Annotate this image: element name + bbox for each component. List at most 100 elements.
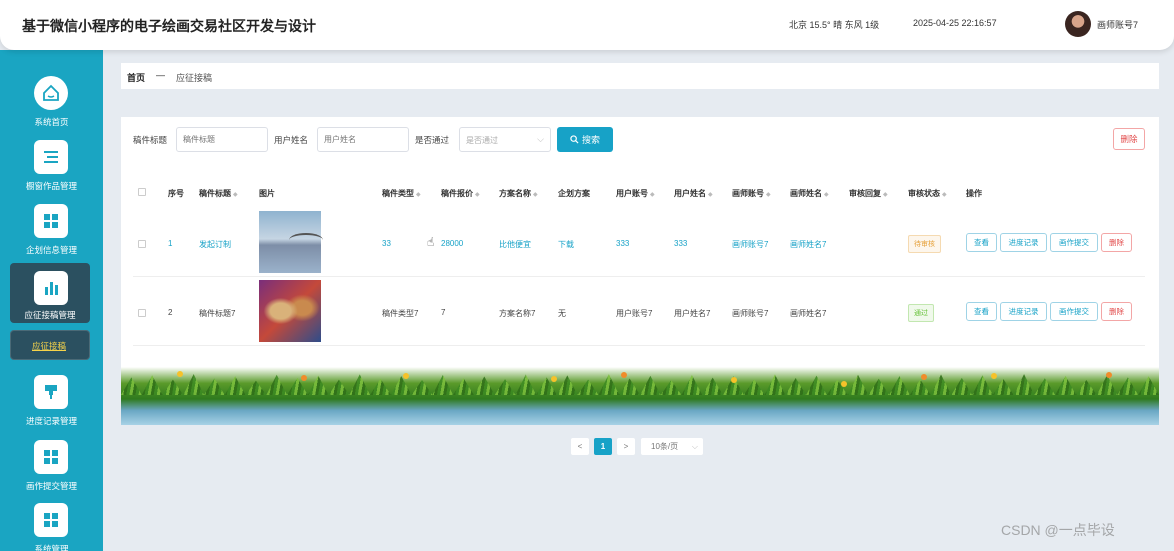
flower-decoration	[403, 373, 409, 379]
prev-page-button[interactable]: <	[571, 438, 589, 455]
col-user-name[interactable]: 用户姓名 ◆	[674, 188, 713, 199]
sidebar-item-label: 应征接稿管理	[24, 310, 76, 320]
col-index: 序号	[168, 189, 184, 198]
sort-icon: ◆	[766, 192, 771, 198]
sort-icon: ◆	[883, 192, 888, 198]
col-plan: 企划方案	[558, 189, 590, 198]
col-plan-name-label: 方案名称	[499, 189, 531, 198]
watermark: CSDN @一点毕设	[1001, 522, 1115, 538]
submit-artwork-button[interactable]: 画作提交	[1050, 233, 1098, 252]
col-artist-account[interactable]: 画师账号 ◆	[732, 188, 771, 199]
view-button[interactable]: 查看	[966, 233, 997, 252]
pass-filter-select[interactable]: 是否通过 ⌵	[459, 127, 551, 152]
view-button[interactable]: 查看	[966, 302, 997, 321]
col-status[interactable]: 审核状态 ◆	[908, 188, 947, 199]
cell-plan-name: 比他便宜	[499, 240, 531, 249]
sidebar: 系统首页 橱窗作品管理 企划信息管理 应征接稿管理 应征接稿 进度记录管理 画作…	[0, 50, 103, 551]
page-1-button[interactable]: 1	[594, 438, 612, 455]
col-reply[interactable]: 审核回复 ◆	[849, 188, 888, 199]
sidebar-item-home[interactable]: 系统首页	[0, 76, 103, 138]
sidebar-item-artwork[interactable]: 画作提交管理	[0, 440, 103, 502]
page-size-label: 10条/页	[651, 442, 679, 451]
sidebar-item-progress[interactable]: 进度记录管理	[0, 375, 103, 437]
title-filter-input[interactable]	[176, 127, 268, 152]
col-title[interactable]: 稿件标题 ◆	[199, 188, 238, 199]
col-artist-name[interactable]: 画师姓名 ◆	[790, 188, 829, 199]
sort-icon: ◆	[533, 192, 538, 198]
flower-decoration	[621, 372, 627, 378]
flower-decoration	[731, 377, 737, 383]
col-user-account[interactable]: 用户账号 ◆	[616, 188, 655, 199]
artwork-thumbnail[interactable]	[259, 280, 321, 342]
flower-decoration	[551, 376, 557, 382]
sidebar-item-label: 企划信息管理	[25, 245, 77, 255]
cell-title[interactable]: 发起订制	[199, 239, 231, 250]
avatar[interactable]	[1065, 11, 1091, 37]
col-artist-account-label: 画师账号	[732, 189, 764, 198]
table-row[interactable]: 2 稿件标题7 稿件类型7 7 方案名称7 无 用户账号7 用户姓名7 画师账号…	[133, 280, 1145, 346]
main-panel: 稿件标题 用户姓名 是否通过 是否通过 ⌵ 搜索 删除 序号 稿件标题◆ 图片 …	[121, 117, 1159, 425]
row-checkbox[interactable]	[138, 240, 146, 248]
search-icon	[570, 135, 579, 144]
next-page-button[interactable]: >	[617, 438, 635, 455]
cell-price: 28000	[441, 239, 464, 248]
breadcrumb-home[interactable]: 首页	[127, 71, 145, 84]
chevron-down-icon: ⌵	[537, 134, 544, 144]
col-plan-name[interactable]: 方案名称 ◆	[499, 188, 538, 199]
cell-index: 2	[168, 308, 173, 317]
sort-icon: ◆	[233, 192, 238, 198]
username[interactable]: 画师账号7	[1097, 18, 1138, 31]
row-checkbox[interactable]	[138, 309, 146, 317]
col-price-label: 稿件报价	[441, 189, 473, 198]
sidebar-item-system[interactable]: 系统管理	[0, 503, 103, 551]
search-button[interactable]: 搜索	[557, 127, 613, 152]
flower-decoration	[301, 375, 307, 381]
grid-icon	[34, 204, 68, 238]
submit-artwork-button[interactable]: 画作提交	[1050, 302, 1098, 321]
cell-plan-name: 方案名称7	[499, 309, 536, 318]
weather-info: 北京 15.5° 晴 东风 1级	[789, 20, 880, 30]
delete-button[interactable]: 删除	[1101, 302, 1132, 321]
grass-decoration	[121, 367, 1159, 425]
sidebar-subitem-submissions[interactable]: 应征接稿	[10, 330, 90, 360]
col-actions: 操作	[966, 189, 982, 198]
pass-filter-placeholder: 是否通过	[466, 136, 498, 145]
cell-user-account: 333	[616, 239, 630, 248]
col-user-account-label: 用户账号	[616, 189, 648, 198]
cell-title: 稿件标题7	[199, 309, 236, 318]
cell-index: 1	[168, 239, 173, 248]
cell-price: 7	[441, 308, 446, 317]
flower-decoration	[177, 371, 183, 377]
list-icon	[34, 140, 68, 174]
col-price[interactable]: 稿件报价 ◆	[441, 188, 480, 199]
status-badge: 通过	[908, 304, 934, 322]
grid-icon	[34, 440, 68, 474]
batch-delete-button[interactable]: 删除	[1113, 128, 1145, 150]
sidebar-item-submissions[interactable]: 应征接稿管理	[10, 263, 90, 323]
bridge-shape	[289, 233, 323, 247]
sidebar-item-plan[interactable]: 企划信息管理	[0, 204, 103, 266]
user-filter-input[interactable]	[317, 127, 409, 152]
title-filter-label: 稿件标题	[133, 135, 168, 145]
select-all-checkbox[interactable]	[138, 188, 146, 196]
col-type[interactable]: 稿件类型 ◆	[382, 188, 421, 199]
cell-type: 稿件类型7	[382, 309, 419, 318]
delete-button[interactable]: 删除	[1101, 233, 1132, 252]
cell-type: 33	[382, 239, 391, 248]
sidebar-item-label: 系统管理	[34, 544, 69, 551]
page-size-select[interactable]: 10条/页 ⌵	[641, 438, 703, 455]
search-bar: 稿件标题 用户姓名 是否通过 是否通过 ⌵ 搜索 删除	[121, 127, 1159, 153]
table-row[interactable]: 1 发起订制 33 ☝ 28000 比他便宜 下载 333 333 画师账号7 …	[133, 211, 1145, 277]
artwork-thumbnail[interactable]	[259, 211, 323, 273]
progress-button[interactable]: 进度记录	[1000, 302, 1047, 321]
cell-artist-account: 画师账号7	[732, 240, 769, 249]
progress-button[interactable]: 进度记录	[1000, 233, 1047, 252]
cell-artist-name: 画师姓名7	[790, 309, 827, 318]
col-artist-name-label: 画师姓名	[790, 189, 822, 198]
sidebar-subitem-label: 应征接稿	[32, 341, 67, 351]
cell-plan-download[interactable]: 下载	[558, 239, 574, 250]
sidebar-item-showcase[interactable]: 橱窗作品管理	[0, 140, 103, 202]
col-title-label: 稿件标题	[199, 189, 231, 198]
col-type-label: 稿件类型	[382, 189, 414, 198]
sidebar-item-label: 进度记录管理	[25, 416, 77, 426]
